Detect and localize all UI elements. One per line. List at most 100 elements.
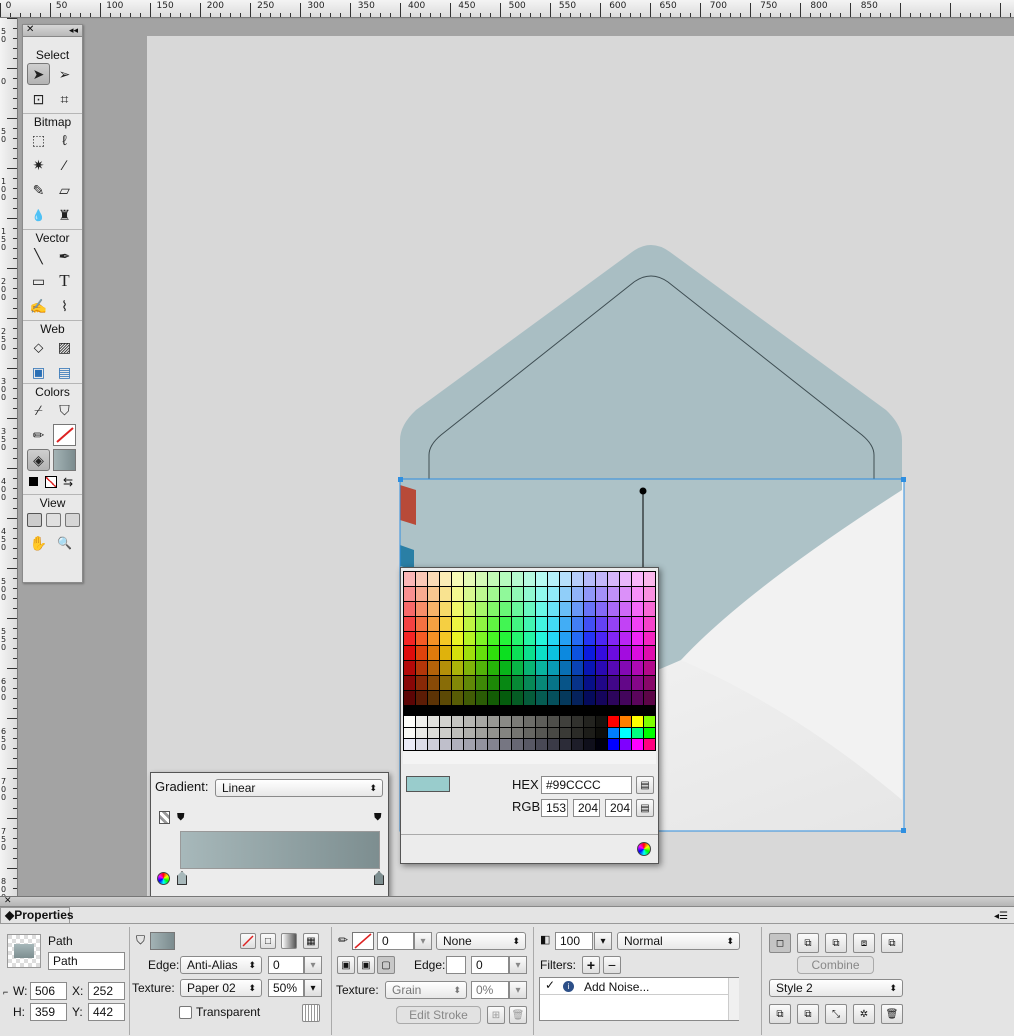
stroke-size-dropdown-icon[interactable]: ▾ — [414, 932, 432, 950]
object-name-field[interactable]: Path — [48, 952, 125, 970]
color-swatch[interactable] — [452, 676, 463, 691]
color-swatch[interactable] — [632, 716, 643, 727]
y-field[interactable]: 442 — [88, 1003, 125, 1021]
color-swatch[interactable] — [536, 661, 547, 676]
opacity-dropdown-icon[interactable]: ▾ — [594, 932, 612, 950]
color-swatch[interactable] — [464, 616, 475, 631]
color-swatch[interactable] — [644, 586, 655, 601]
info-icon[interactable]: i — [563, 981, 574, 992]
color-swatch[interactable] — [620, 631, 631, 646]
color-swatch[interactable] — [500, 646, 511, 661]
color-swatch[interactable] — [512, 572, 523, 586]
color-swatch[interactable] — [560, 676, 571, 691]
color-swatch[interactable] — [404, 631, 415, 646]
stroke-edge-well[interactable] — [446, 956, 466, 974]
color-swatch[interactable] — [632, 572, 643, 586]
color-swatch[interactable] — [572, 616, 583, 631]
color-swatch[interactable] — [452, 586, 463, 601]
color-swatch[interactable] — [500, 727, 511, 739]
edge-amount-field[interactable]: 0 — [268, 956, 304, 974]
color-swatch[interactable] — [548, 616, 559, 631]
color-swatch[interactable] — [404, 586, 415, 601]
color-swatch[interactable] — [452, 716, 463, 727]
color-swatch[interactable] — [632, 616, 643, 631]
color-swatch[interactable] — [464, 727, 475, 739]
no-fill-icon[interactable] — [240, 933, 256, 949]
gradient-preview-bar[interactable] — [180, 831, 380, 869]
intersect-icon[interactable]: ⧉ — [797, 933, 819, 953]
stroke-edge-amount-field[interactable]: 0 — [471, 956, 509, 974]
color-swatch[interactable] — [548, 661, 559, 676]
opacity-stop-left-icon[interactable]: ⛊ — [177, 812, 185, 823]
color-swatch[interactable] — [596, 631, 607, 646]
gradient-fill-icon[interactable] — [281, 933, 297, 949]
color-swatch[interactable] — [404, 727, 415, 739]
color-swatch[interactable] — [560, 739, 571, 750]
paint-bucket-tool-icon[interactable]: ⛉ — [53, 399, 76, 421]
color-swatch[interactable] — [536, 676, 547, 691]
stroke-texture-dropdown-icon[interactable]: ▾ — [509, 981, 527, 999]
color-swatch[interactable] — [584, 572, 595, 586]
color-swatch[interactable] — [536, 646, 547, 661]
color-swatch[interactable] — [476, 739, 487, 750]
opacity-stop-right-icon[interactable]: ⛊ — [374, 812, 382, 823]
color-swatch[interactable] — [440, 661, 451, 676]
color-swatch[interactable] — [416, 691, 427, 705]
stroke-inside-icon[interactable]: ▣ — [337, 956, 355, 974]
stroke-size-field[interactable]: 0 — [377, 932, 414, 950]
system-color-picker-icon[interactable]: ▤ — [636, 776, 654, 794]
color-swatch[interactable] — [440, 572, 451, 586]
color-swatch[interactable] — [584, 661, 595, 676]
add-filter-icon[interactable]: + — [582, 956, 600, 974]
color-swatch[interactable] — [584, 616, 595, 631]
color-swatch[interactable] — [464, 601, 475, 616]
style-options-icon[interactable]: ✲ — [853, 1004, 875, 1024]
color-swatch[interactable] — [452, 601, 463, 616]
color-swatch[interactable] — [488, 572, 499, 586]
color-swatch[interactable] — [416, 727, 427, 739]
color-swatch[interactable] — [464, 646, 475, 661]
color-swatch[interactable] — [464, 661, 475, 676]
color-swatch[interactable] — [488, 601, 499, 616]
color-swatch[interactable] — [584, 586, 595, 601]
color-swatch[interactable] — [464, 676, 475, 691]
color-swatch[interactable] — [632, 739, 643, 750]
color-swatch[interactable] — [488, 716, 499, 727]
color-swatch[interactable] — [500, 661, 511, 676]
color-swatch[interactable] — [536, 727, 547, 739]
color-swatch[interactable] — [536, 586, 547, 601]
color-swatch[interactable] — [404, 691, 415, 705]
color-swatch[interactable] — [524, 586, 535, 601]
edge-amount-dropdown-icon[interactable]: ▾ — [304, 956, 322, 974]
color-swatch[interactable] — [572, 586, 583, 601]
color-swatch[interactable] — [512, 631, 523, 646]
filters-list[interactable]: ✓ i Add Noise... — [539, 977, 739, 1021]
color-swatch[interactable] — [452, 727, 463, 739]
color-swatch[interactable] — [428, 716, 439, 727]
color-swatch[interactable] — [536, 739, 547, 750]
color-swatch[interactable] — [584, 727, 595, 739]
color-swatch[interactable] — [404, 661, 415, 676]
color-swatch[interactable] — [632, 661, 643, 676]
color-swatch[interactable] — [608, 691, 619, 705]
color-swatch[interactable] — [500, 586, 511, 601]
color-swatch[interactable] — [476, 586, 487, 601]
color-swatch[interactable] — [500, 631, 511, 646]
color-stop-right-icon[interactable] — [374, 871, 384, 885]
color-swatch[interactable] — [560, 646, 571, 661]
filters-scrollbar[interactable] — [728, 978, 739, 1020]
blend-mode-select[interactable]: Normal ⬍ — [617, 932, 740, 950]
color-swatch[interactable] — [452, 661, 463, 676]
panel-options-icon[interactable]: ◂☰ — [994, 911, 1008, 922]
color-swatch[interactable] — [644, 616, 655, 631]
show-slices-icon[interactable]: ▤ — [53, 361, 76, 383]
color-swatch[interactable] — [644, 676, 655, 691]
color-wheel-icon[interactable] — [637, 842, 651, 856]
color-swatch[interactable] — [404, 616, 415, 631]
color-swatch[interactable] — [632, 727, 643, 739]
color-swatch[interactable] — [548, 739, 559, 750]
solid-fill-icon[interactable]: □ — [260, 933, 276, 949]
color-swatch[interactable] — [500, 691, 511, 705]
color-swatch[interactable] — [620, 586, 631, 601]
color-swatch[interactable] — [644, 691, 655, 705]
